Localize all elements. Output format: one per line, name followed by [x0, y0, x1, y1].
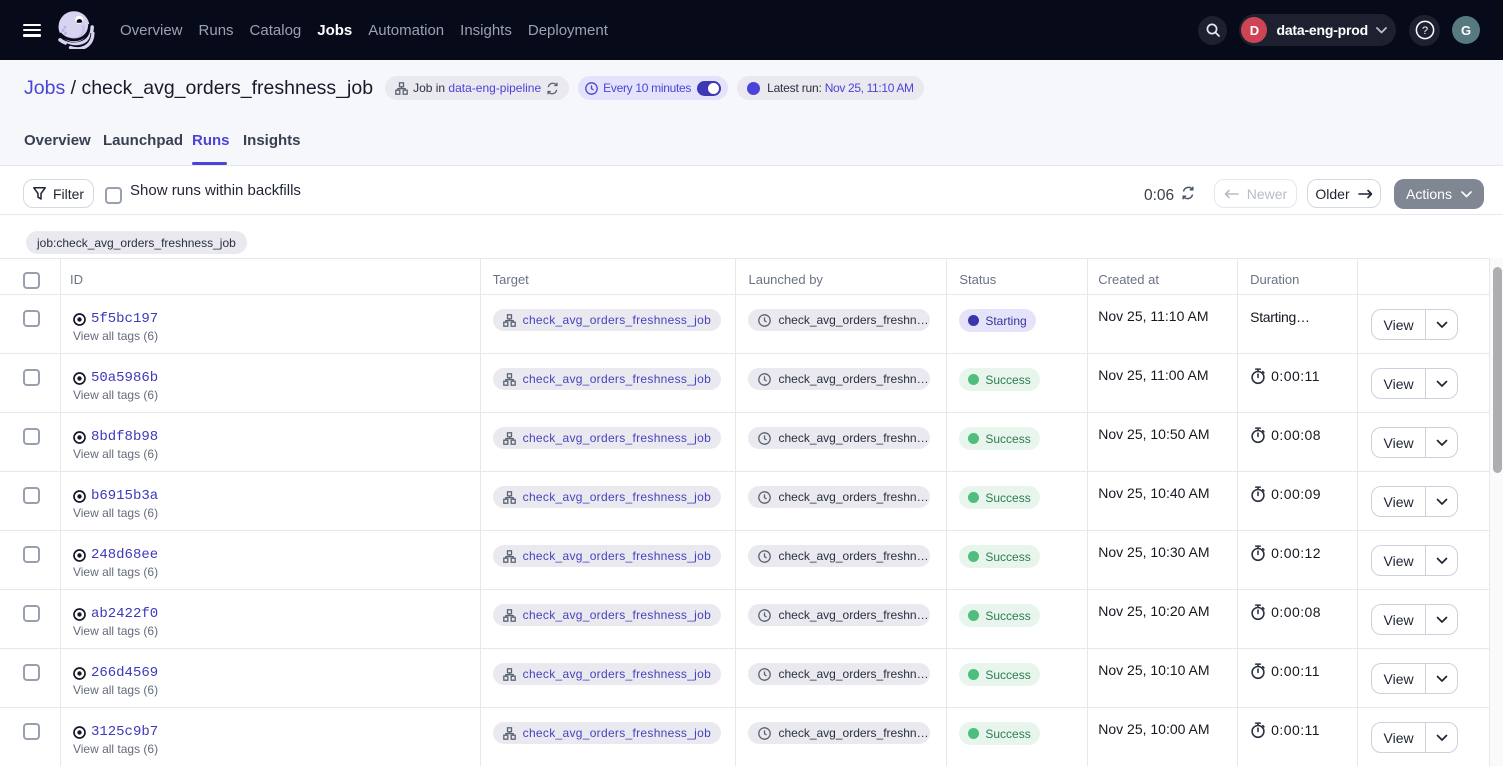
svg-text:?: ? [1421, 25, 1427, 37]
